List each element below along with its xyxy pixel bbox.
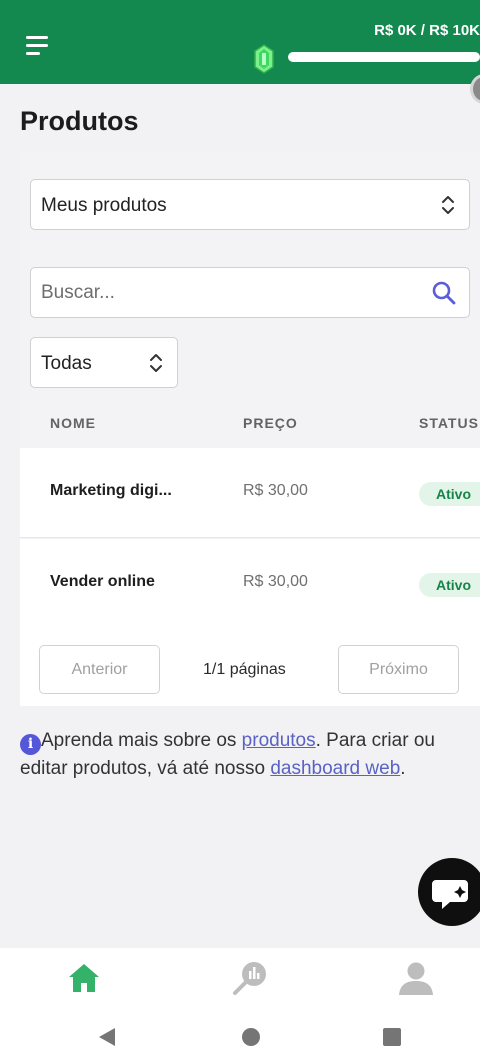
info-icon: i	[20, 734, 41, 755]
top-header: R$ 0K / R$ 10K	[0, 0, 480, 84]
product-name: Marketing digi...	[50, 482, 172, 499]
system-navigation-bar	[0, 1012, 480, 1064]
product-scope-select[interactable]: Meus produtos	[30, 179, 470, 230]
home-circle-icon[interactable]	[240, 1026, 262, 1048]
next-page-button[interactable]: Próximo	[338, 645, 459, 694]
back-icon[interactable]	[96, 1026, 118, 1048]
help-text-part: Aprenda mais sobre os	[41, 730, 242, 751]
table-header: NOME PREÇO STATUS	[20, 398, 480, 446]
chevron-updown-icon	[442, 196, 454, 214]
product-price: R$ 30,00	[243, 573, 308, 590]
help-text-part: .	[400, 758, 406, 779]
dashboard-web-link[interactable]: dashboard web	[270, 758, 400, 779]
search-icon[interactable]	[431, 280, 457, 306]
products-link[interactable]: produtos	[242, 730, 316, 751]
status-badge: Ativo	[419, 482, 480, 506]
pagination: Anterior 1/1 páginas Próximo	[20, 629, 480, 706]
pagination-info: 1/1 páginas	[203, 661, 286, 678]
status-badge: Ativo	[419, 573, 480, 597]
revenue-progress-bar	[288, 52, 480, 62]
gem-icon	[254, 44, 274, 74]
product-name: Vender online	[50, 573, 155, 590]
previous-page-button[interactable]: Anterior	[39, 645, 160, 694]
column-header-price: PREÇO	[243, 415, 298, 431]
table-row[interactable]: Vender online R$ 30,00 Ativo	[20, 539, 480, 629]
chevron-updown-icon	[150, 354, 162, 372]
search-input[interactable]	[41, 280, 421, 306]
table-row[interactable]: Marketing digi... R$ 30,00 Ativo	[20, 448, 480, 538]
chat-support-button[interactable]	[418, 858, 480, 926]
chat-icon	[432, 880, 468, 909]
page-title: Produtos	[20, 106, 139, 136]
product-price: R$ 30,00	[243, 482, 308, 499]
bottom-navigation	[0, 948, 480, 1012]
status-filter-select[interactable]: Todas	[30, 337, 178, 388]
search-field[interactable]	[30, 267, 470, 318]
menu-icon[interactable]	[26, 36, 52, 56]
recents-square-icon[interactable]	[381, 1026, 403, 1048]
help-text: i Aprenda mais sobre os produtos. Para cr…	[20, 727, 470, 782]
revenue-goal-text: R$ 0K / R$ 10K	[374, 22, 480, 39]
column-header-status: STATUS	[419, 415, 479, 431]
product-scope-value: Meus produtos	[41, 195, 167, 216]
search-analytics-icon[interactable]	[230, 958, 270, 998]
status-filter-value: Todas	[41, 353, 92, 374]
products-card: Meus produtos Todas NOME PREÇO STATUS Ma…	[20, 152, 480, 706]
home-icon[interactable]	[64, 958, 104, 998]
column-header-name: NOME	[50, 415, 96, 431]
profile-icon[interactable]	[396, 958, 436, 998]
